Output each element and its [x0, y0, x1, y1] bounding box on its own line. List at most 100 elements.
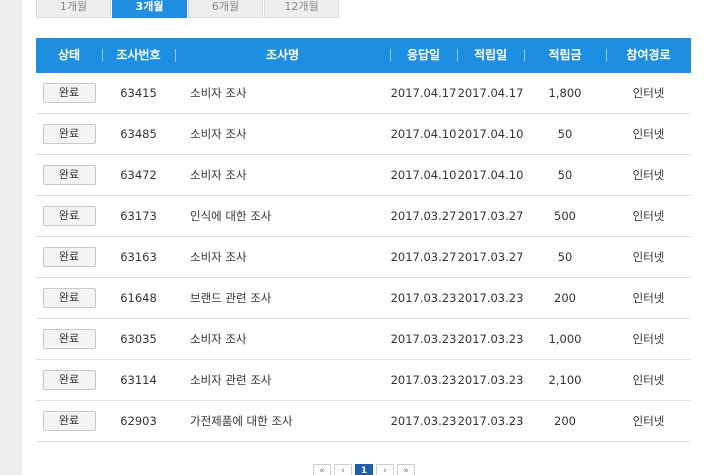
chevron-left-icon: ‹: [341, 466, 345, 475]
survey-name-cell: 소비자 조사: [190, 168, 247, 182]
survey-name-cell: 소비자 관련 조사: [190, 373, 272, 387]
header-reward-date: 적립일: [457, 38, 524, 73]
table-row: 완료 63472 소비자 조사 2017.04.10 2017.04.10 50 인터넷: [36, 155, 691, 196]
response-date-cell: 2017.03.27: [390, 209, 457, 223]
channel-cell: 인터넷: [632, 168, 665, 182]
tab-12-months[interactable]: 12개월: [264, 0, 339, 18]
status-badge: 완료: [42, 288, 96, 308]
last-page-button[interactable]: »: [397, 464, 415, 475]
response-date-cell: 2017.03.23: [390, 332, 457, 346]
points-cell: 1,000: [548, 332, 582, 346]
status-badge: 완료: [42, 370, 96, 390]
reward-date-cell: 2017.04.10: [457, 168, 524, 182]
response-date-cell: 2017.04.10: [390, 127, 457, 141]
double-chevron-left-icon: «: [319, 466, 325, 475]
points-cell: 50: [557, 127, 573, 141]
survey-id-cell: 61648: [120, 291, 157, 305]
status-badge: 완료: [42, 165, 96, 185]
points-cell: 50: [557, 250, 573, 264]
header-response-date: 응답일: [390, 38, 457, 73]
survey-name-cell: 소비자 조사: [190, 332, 247, 346]
header-survey-id: 조사번호: [102, 38, 175, 73]
survey-name-cell: 브랜드 관련 조사: [190, 291, 272, 305]
survey-id-cell: 63472: [120, 168, 157, 182]
table-row: 완료 63485 소비자 조사 2017.04.10 2017.04.10 50 인터넷: [36, 114, 691, 155]
channel-cell: 인터넷: [632, 373, 665, 387]
chevron-right-icon: ›: [383, 466, 387, 475]
response-date-cell: 2017.04.10: [390, 168, 457, 182]
table-row: 완료 63163 소비자 조사 2017.03.27 2017.03.27 50 인터넷: [36, 237, 691, 278]
survey-history-table: 상태 조사번호 조사명 응답일 적립일 적립금 참여경로 완료 63415 소비자 …: [36, 38, 691, 442]
header-points: 적립금: [524, 38, 606, 73]
status-cell: 완료: [36, 411, 102, 431]
reward-date-cell: 2017.04.10: [457, 127, 524, 141]
table-row: 완료 61648 브랜드 관련 조사 2017.03.23 2017.03.23 200 인…: [36, 278, 691, 319]
tab-1-month[interactable]: 1개월: [36, 0, 111, 18]
left-margin: [0, 0, 22, 475]
reward-date-cell: 2017.03.27: [457, 209, 524, 223]
survey-id-cell: 63415: [120, 86, 157, 100]
response-date-cell: 2017.04.17: [390, 86, 457, 100]
table-body: 완료 63415 소비자 조사 2017.04.17 2017.04.17 1,800 인터…: [36, 73, 691, 442]
channel-cell: 인터넷: [632, 291, 665, 305]
tab-3-months[interactable]: 3개월: [112, 0, 187, 18]
period-tabs: 1개월 3개월 6개월 12개월: [36, 0, 340, 18]
channel-cell: 인터넷: [632, 414, 665, 428]
status-badge: 완료: [42, 411, 96, 431]
response-date-cell: 2017.03.23: [390, 373, 457, 387]
survey-id-cell: 63035: [120, 332, 157, 346]
pagination: « ‹ 1 › »: [313, 464, 418, 475]
points-cell: 2,100: [548, 373, 582, 387]
response-date-cell: 2017.03.23: [390, 414, 457, 428]
reward-date-cell: 2017.03.23: [457, 414, 524, 428]
status-cell: 완료: [36, 329, 102, 349]
header-status: 상태: [57, 48, 81, 62]
status-cell: 완료: [36, 83, 102, 103]
response-date-cell: 2017.03.23: [390, 291, 457, 305]
prev-page-button[interactable]: ‹: [334, 464, 352, 475]
table-row: 완료 62903 가전제품에 대한 조사 2017.03.23 2017.03.23 20…: [36, 401, 691, 442]
status-cell: 완료: [36, 165, 102, 185]
reward-date-cell: 2017.04.17: [457, 86, 524, 100]
page-1-button[interactable]: 1: [355, 464, 373, 475]
tab-6-months[interactable]: 6개월: [188, 0, 263, 18]
reward-date-cell: 2017.03.23: [457, 332, 524, 346]
reward-date-cell: 2017.03.27: [457, 250, 524, 264]
header-channel: 참여경로: [606, 38, 691, 73]
points-cell: 500: [554, 209, 576, 223]
header-survey-name: 조사명: [175, 38, 390, 73]
status-badge: 완료: [42, 329, 96, 349]
table-header: 상태 조사번호 조사명 응답일 적립일 적립금 참여경로: [36, 38, 691, 73]
survey-name-cell: 소비자 조사: [190, 127, 247, 141]
points-cell: 200: [554, 414, 576, 428]
survey-name-cell: 가전제품에 대한 조사: [190, 414, 293, 428]
status-cell: 완료: [36, 206, 102, 226]
table-row: 완료 63035 소비자 조사 2017.03.23 2017.03.23 1,000 인터…: [36, 319, 691, 360]
survey-id-cell: 63114: [120, 373, 157, 387]
status-badge: 완료: [42, 124, 96, 144]
status-badge: 완료: [42, 206, 96, 226]
survey-name-cell: 인식에 대한 조사: [190, 209, 272, 223]
double-chevron-right-icon: »: [403, 466, 409, 475]
survey-name-cell: 소비자 조사: [190, 250, 247, 264]
status-cell: 완료: [36, 288, 102, 308]
survey-id-cell: 62903: [120, 414, 157, 428]
survey-name-cell: 소비자 조사: [190, 86, 247, 100]
survey-id-cell: 63163: [120, 250, 157, 264]
status-cell: 완료: [36, 370, 102, 390]
response-date-cell: 2017.03.27: [390, 250, 457, 264]
status-badge: 완료: [42, 247, 96, 267]
status-cell: 완료: [36, 247, 102, 267]
first-page-button[interactable]: «: [313, 464, 331, 475]
channel-cell: 인터넷: [632, 250, 665, 264]
table-row: 완료 63173 인식에 대한 조사 2017.03.27 2017.03.27 500 인…: [36, 196, 691, 237]
table-row: 완료 63114 소비자 관련 조사 2017.03.23 2017.03.23 2,10…: [36, 360, 691, 401]
reward-date-cell: 2017.03.23: [457, 373, 524, 387]
survey-id-cell: 63173: [120, 209, 157, 223]
next-page-button[interactable]: ›: [376, 464, 394, 475]
survey-id-cell: 63485: [120, 127, 157, 141]
channel-cell: 인터넷: [632, 332, 665, 346]
points-cell: 200: [554, 291, 576, 305]
points-cell: 1,800: [548, 86, 582, 100]
channel-cell: 인터넷: [632, 209, 665, 223]
